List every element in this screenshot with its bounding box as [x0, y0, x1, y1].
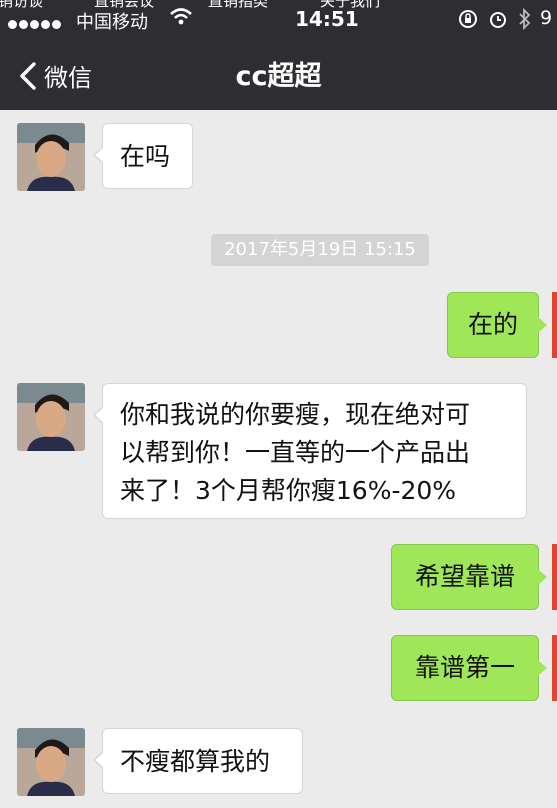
message-bubble-incoming[interactable]: 你和我说的你要瘦，现在绝对可 以帮到你！一直等的一个产品出 来了！3个月帮你瘦1… [93, 383, 527, 519]
avatar[interactable] [17, 383, 85, 451]
bluetooth-icon [519, 8, 531, 30]
my-avatar-edge [552, 635, 557, 701]
navigation-bar: 微信 cc超超 [0, 40, 557, 110]
message-text: 不瘦都算我的 [120, 747, 271, 776]
message-text: 在的 [467, 310, 518, 339]
status-time: 14:51 [295, 7, 359, 31]
message-text-line: 以帮到你！一直等的一个产品出 [120, 438, 471, 467]
carrier-name: 中国移动 [76, 12, 148, 33]
message-bubble-incoming[interactable]: 在吗 [93, 123, 193, 189]
message-bubble-outgoing[interactable]: 在的 [447, 292, 547, 358]
avatar-image [17, 383, 85, 451]
timestamp: 2017年5月19日 15:15 [211, 234, 429, 266]
avatar-image [17, 728, 85, 796]
avatar-image [17, 123, 85, 191]
avatar[interactable] [17, 728, 85, 796]
signal-strength-icon [8, 13, 63, 34]
my-avatar-edge [552, 292, 557, 358]
message-text: 希望靠谱 [414, 562, 515, 591]
avatar[interactable] [17, 123, 85, 191]
message-text: 在吗 [120, 142, 171, 171]
orientation-lock-icon [459, 10, 477, 28]
message-text-line: 来了！3个月帮你瘦16%-20% [120, 476, 457, 505]
top-bar: 销访谈 直销会议 直销指类 关于我们 中国移动 14:51 9 微信 cc超超 [0, 0, 557, 110]
battery-level: 9 [540, 7, 553, 29]
chat-title: cc超超 [235, 61, 322, 92]
chat-area[interactable]: 在吗 2017年5月19日 15:15 在的 你和我说的你要瘦，现在绝对可 以帮… [0, 110, 557, 808]
message-bubble-incoming[interactable]: 不瘦都算我的 [93, 728, 303, 794]
alarm-icon [490, 12, 506, 28]
status-icons [458, 8, 532, 30]
message-bubble-outgoing[interactable]: 靠谱第一 [391, 635, 547, 701]
status-bar: 中国移动 14:51 9 [0, 5, 557, 33]
message-bubble-outgoing[interactable]: 希望靠谱 [391, 544, 547, 610]
wifi-icon [170, 7, 192, 32]
message-text: 靠谱第一 [414, 653, 515, 682]
my-avatar-edge [552, 544, 557, 610]
message-text-line: 你和我说的你要瘦，现在绝对可 [120, 400, 471, 429]
